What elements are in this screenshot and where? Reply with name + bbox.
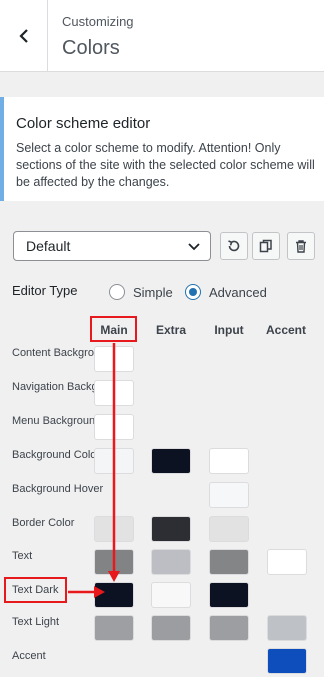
radio-advanced-label[interactable]: Advanced [209, 285, 267, 300]
swatch-background-color-extra[interactable] [151, 448, 191, 474]
swatch-text-dark-input[interactable] [209, 582, 249, 608]
notice-title: Color scheme editor [16, 115, 151, 132]
page-title: Colors [62, 37, 120, 59]
swatch-text-light-input[interactable] [209, 615, 249, 641]
row-label-accent: Accent [12, 650, 46, 662]
swatch-text-dark-extra[interactable] [151, 582, 191, 608]
column-header-extra: Extra [155, 323, 187, 337]
row-label-background-hover: Background Hover [12, 483, 104, 495]
scheme-editor-notice: Color scheme editor Select a color schem… [0, 97, 324, 201]
swatch-text-light-main[interactable] [94, 615, 134, 641]
back-button[interactable] [0, 0, 48, 71]
color-scheme-value: Default [26, 238, 71, 254]
chevron-left-icon [18, 28, 28, 43]
row-label-menu-background: Menu Background [12, 415, 102, 427]
swatch-background-color-main[interactable] [94, 448, 134, 474]
swatch-content-background-main[interactable] [94, 346, 134, 372]
breadcrumb: Customizing [62, 14, 134, 29]
swatch-menu-background-main[interactable] [94, 414, 134, 440]
row-label-text: Text [12, 550, 33, 562]
radio-simple[interactable] [109, 284, 125, 300]
swatch-accent-accent[interactable] [267, 648, 307, 674]
swatch-background-color-input[interactable] [209, 448, 249, 474]
notice-text: Select a color scheme to modify. Attenti… [16, 141, 315, 189]
customizer-header: Customizing Colors [0, 0, 324, 72]
column-header-input: Input [214, 323, 244, 337]
color-scheme-select[interactable]: Default [13, 231, 211, 261]
swatch-text-light-accent[interactable] [267, 615, 307, 641]
swatch-text-dark-main[interactable] [94, 582, 134, 608]
swatch-navigation-background-main[interactable] [94, 380, 134, 406]
trash-icon [296, 240, 306, 253]
row-label-text-light: Text Light [12, 616, 60, 628]
reset-icon [228, 240, 240, 252]
text-dark-highlight [4, 577, 67, 603]
radio-advanced[interactable] [185, 284, 201, 300]
chevron-down-icon [188, 243, 200, 251]
copy-scheme-button[interactable] [252, 232, 280, 260]
swatch-text-accent[interactable] [267, 549, 307, 575]
swatch-border-color-main[interactable] [94, 516, 134, 542]
swatch-text-extra[interactable] [151, 549, 191, 575]
swatch-border-color-input[interactable] [209, 516, 249, 542]
main-column-highlight [90, 316, 137, 342]
swatch-border-color-extra[interactable] [151, 516, 191, 542]
reset-scheme-button[interactable] [220, 232, 248, 260]
copy-icon [259, 239, 272, 253]
editor-type-label: Editor Type [12, 283, 78, 298]
column-header-accent: Accent [265, 323, 306, 337]
row-label-background-color: Background Color [12, 449, 101, 461]
swatch-text-input[interactable] [209, 549, 249, 575]
radio-simple-label[interactable]: Simple [133, 285, 173, 300]
swatch-text-light-extra[interactable] [151, 615, 191, 641]
row-label-border-color: Border Color [12, 517, 75, 529]
delete-scheme-button[interactable] [287, 232, 315, 260]
swatch-text-main[interactable] [94, 549, 134, 575]
swatch-background-hover-input[interactable] [209, 482, 249, 508]
